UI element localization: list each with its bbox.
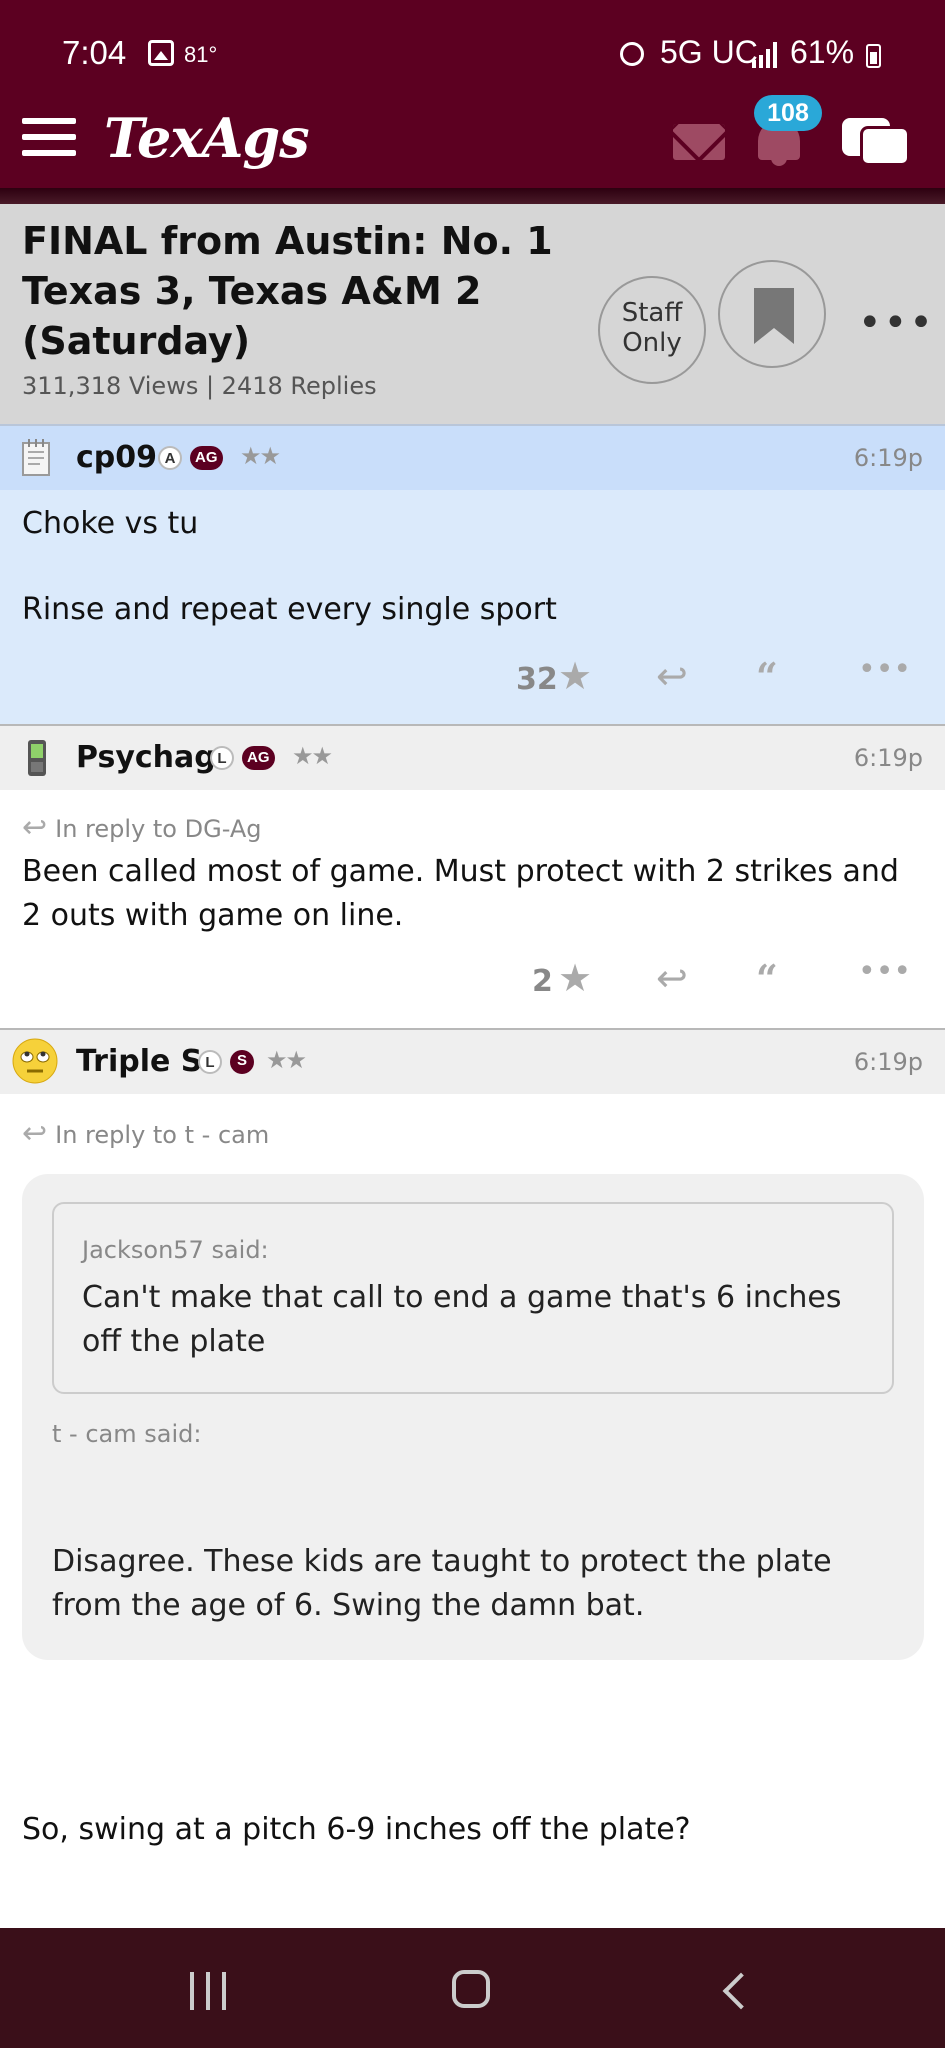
user-stars: ★★ [292,742,333,770]
status-time: 7:04 [62,34,127,71]
post-body: Been called most of game. Must protect w… [22,854,899,933]
user-badge-l: L [198,1050,222,1074]
status-network: 5G UC [660,34,758,70]
reply-icon[interactable]: ↩ [656,956,688,1000]
home-button[interactable] [452,1970,490,2008]
system-nav-bar [0,1928,945,2048]
user-stars: ★★ [240,442,281,470]
thread-meta: 311,318 Views | 2418 Replies [22,372,377,400]
reply-to-line[interactable]: ↩ In reply to t - cam [22,1116,269,1151]
post-body-line: Choke vs tu [22,506,199,541]
quote-icon[interactable]: “ [756,956,778,1001]
status-bar: 7:04 81° 5G UC 61% [0,0,945,110]
menu-icon[interactable] [22,114,78,158]
user-badge-ag: AG [190,446,223,470]
status-battery: 61% [790,34,855,70]
reply-to-text: In reply to t - cam [55,1121,270,1149]
quote-author: t - cam said: [52,1420,202,1448]
reply-icon[interactable]: ↩ [656,654,688,698]
recents-button[interactable] [190,1972,228,2010]
post-triple-s: Triple S L S ★★ 6:19p ↩ In reply to t - c… [0,1030,945,1928]
header-divider [0,188,945,204]
phone-avatar-icon[interactable] [20,738,54,778]
signal-icon [752,42,780,68]
user-stars: ★★ [266,1046,307,1074]
post-header: Triple S L S ★★ 6:19p [0,1030,945,1094]
user-badge-ag: AG [242,746,275,770]
app-header: TexAgs 108 [0,95,945,188]
post-header: cp09 A AG ★★ 6:19p [0,426,945,490]
bookmark-icon [754,288,794,344]
nested-quote: Jackson57 said: Can't make that call to … [52,1202,894,1394]
battery-icon [866,44,881,68]
post-header: Psychag L AG ★★ 6:19p [0,726,945,790]
post-username[interactable]: Triple S [76,1044,202,1079]
like-count: 32 [516,662,558,697]
notification-badge[interactable]: 108 [754,95,822,131]
back-button[interactable] [722,1972,760,2010]
status-temperature: 81° [184,42,218,67]
more-options-icon[interactable]: ••• [858,300,935,346]
gallery-notification-icon [148,40,174,66]
reply-to-line[interactable]: ↩ In reply to DG-Ag [22,810,261,845]
post-username[interactable]: Psychag [76,740,216,775]
quote-text: Disagree. These kids are taught to prote… [52,1544,832,1623]
quote-author: Jackson57 said: [82,1236,269,1264]
post-body: So, swing at a pitch 6-9 inches off the … [22,1812,691,1847]
post-psychag: Psychag L AG ★★ 6:19p ↩ In reply to DG-Ag… [0,726,945,1030]
mail-icon[interactable] [673,124,725,160]
thread-header: FINAL from Austin: No. 1 Texas 3, Texas … [0,204,945,426]
star-icon[interactable]: ★ [558,956,592,1000]
post-actions: 32 ★ ↩ “ ••• [0,652,945,706]
more-icon[interactable]: ••• [858,652,911,687]
bookmark-button[interactable] [718,260,826,368]
quote-text: Can't make that call to end a game that'… [82,1280,842,1359]
user-badge-s: S [230,1050,254,1074]
texags-logo[interactable]: TexAgs [104,106,310,170]
rolling-eyes-emoji-avatar[interactable] [12,1038,58,1084]
reply-arrow-icon: ↩ [22,1116,48,1151]
post-body-line: Rinse and repeat every single sport [22,592,557,627]
staff-only-button[interactable]: Staff Only [598,276,706,384]
reply-arrow-icon: ↩ [22,810,48,845]
reply-to-text: In reply to DG-Ag [55,815,262,843]
post-username[interactable]: cp09 [76,440,157,475]
notepad-avatar-icon[interactable] [20,438,54,478]
post-time: 6:19p [853,1048,923,1076]
alarm-icon [620,42,644,66]
quote-block: Jackson57 said: Can't make that call to … [22,1174,924,1660]
post-actions: 2 ★ ↩ “ ••• [0,954,945,1008]
user-badge-l: L [210,746,234,770]
thread-title: FINAL from Austin: No. 1 Texas 3, Texas … [22,219,553,363]
post-cp09: cp09 A AG ★★ 6:19p Choke vs tu Rinse and… [0,426,945,726]
post-time: 6:19p [853,744,923,772]
like-count: 2 [532,964,553,999]
chat-icon[interactable] [840,112,912,172]
more-icon[interactable]: ••• [858,954,911,989]
quote-icon[interactable]: “ [756,654,778,699]
user-badge-a: A [158,446,182,470]
post-time: 6:19p [853,444,923,472]
star-icon[interactable]: ★ [558,654,592,698]
